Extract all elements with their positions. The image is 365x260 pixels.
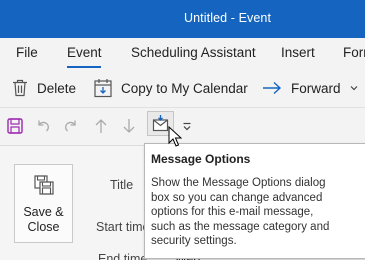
tooltip-line: security settings. bbox=[151, 235, 237, 248]
forward-label: Forward bbox=[291, 80, 341, 96]
tab-insert[interactable]: Insert bbox=[281, 45, 315, 60]
calendar-copy-icon bbox=[94, 79, 112, 98]
ribbon-actions: Delete Copy to My Calendar Forward bbox=[0, 68, 365, 108]
tab-event[interactable]: Event bbox=[67, 45, 102, 60]
up-arrow-icon[interactable] bbox=[93, 118, 111, 136]
outlook-event-window: Untitled - Event File Event Scheduling A… bbox=[0, 0, 365, 260]
tab-scheduling-assistant[interactable]: Scheduling Assistant bbox=[131, 45, 256, 60]
tooltip-body: Show the Message Options dialog box so y… bbox=[151, 176, 365, 249]
end-time-label: End time bbox=[98, 252, 148, 260]
tooltip-line: options for this e-mail message, bbox=[151, 206, 314, 219]
save-and-close-button[interactable]: Save & Close bbox=[14, 164, 73, 243]
chevron-down-icon[interactable] bbox=[350, 85, 358, 91]
ribbon-tabs: File Event Scheduling Assistant Insert F… bbox=[0, 38, 365, 68]
copy-to-my-calendar-label: Copy to My Calendar bbox=[121, 80, 248, 96]
window-title: Untitled - Event bbox=[184, 11, 272, 25]
forward-button[interactable]: Forward bbox=[262, 77, 358, 99]
copy-to-my-calendar-button[interactable]: Copy to My Calendar bbox=[94, 77, 248, 99]
undo-icon[interactable] bbox=[35, 118, 53, 136]
tooltip-line: such as the message category and bbox=[151, 220, 330, 233]
save-close-icon bbox=[34, 175, 54, 195]
tab-file[interactable]: File bbox=[16, 45, 38, 60]
tooltip-line: Show the Message Options dialog bbox=[151, 177, 326, 189]
start-time-label: Start time bbox=[96, 220, 150, 234]
tooltip-line: box so you can change advanced bbox=[151, 191, 323, 204]
tooltip-title: Message Options bbox=[151, 152, 251, 166]
mouse-cursor-icon bbox=[168, 126, 182, 147]
title-field-label: Title bbox=[110, 178, 134, 192]
title-bar: Untitled - Event bbox=[0, 0, 365, 38]
quick-access-toolbar bbox=[0, 108, 365, 146]
tab-format[interactable]: Forr bbox=[343, 45, 365, 60]
down-arrow-icon[interactable] bbox=[121, 118, 139, 136]
delete-button[interactable]: Delete bbox=[12, 77, 76, 99]
save-and-close-label: Save & Close bbox=[23, 205, 64, 234]
message-options-tooltip: Message Options Show the Message Options… bbox=[144, 143, 365, 259]
delete-label: Delete bbox=[37, 80, 77, 96]
redo-icon[interactable] bbox=[63, 118, 81, 136]
forward-arrow-icon bbox=[263, 81, 282, 95]
customize-dropdown-icon[interactable] bbox=[182, 122, 200, 140]
trash-icon bbox=[13, 79, 27, 97]
save-icon[interactable] bbox=[7, 118, 25, 136]
message-options-icon bbox=[152, 115, 169, 132]
